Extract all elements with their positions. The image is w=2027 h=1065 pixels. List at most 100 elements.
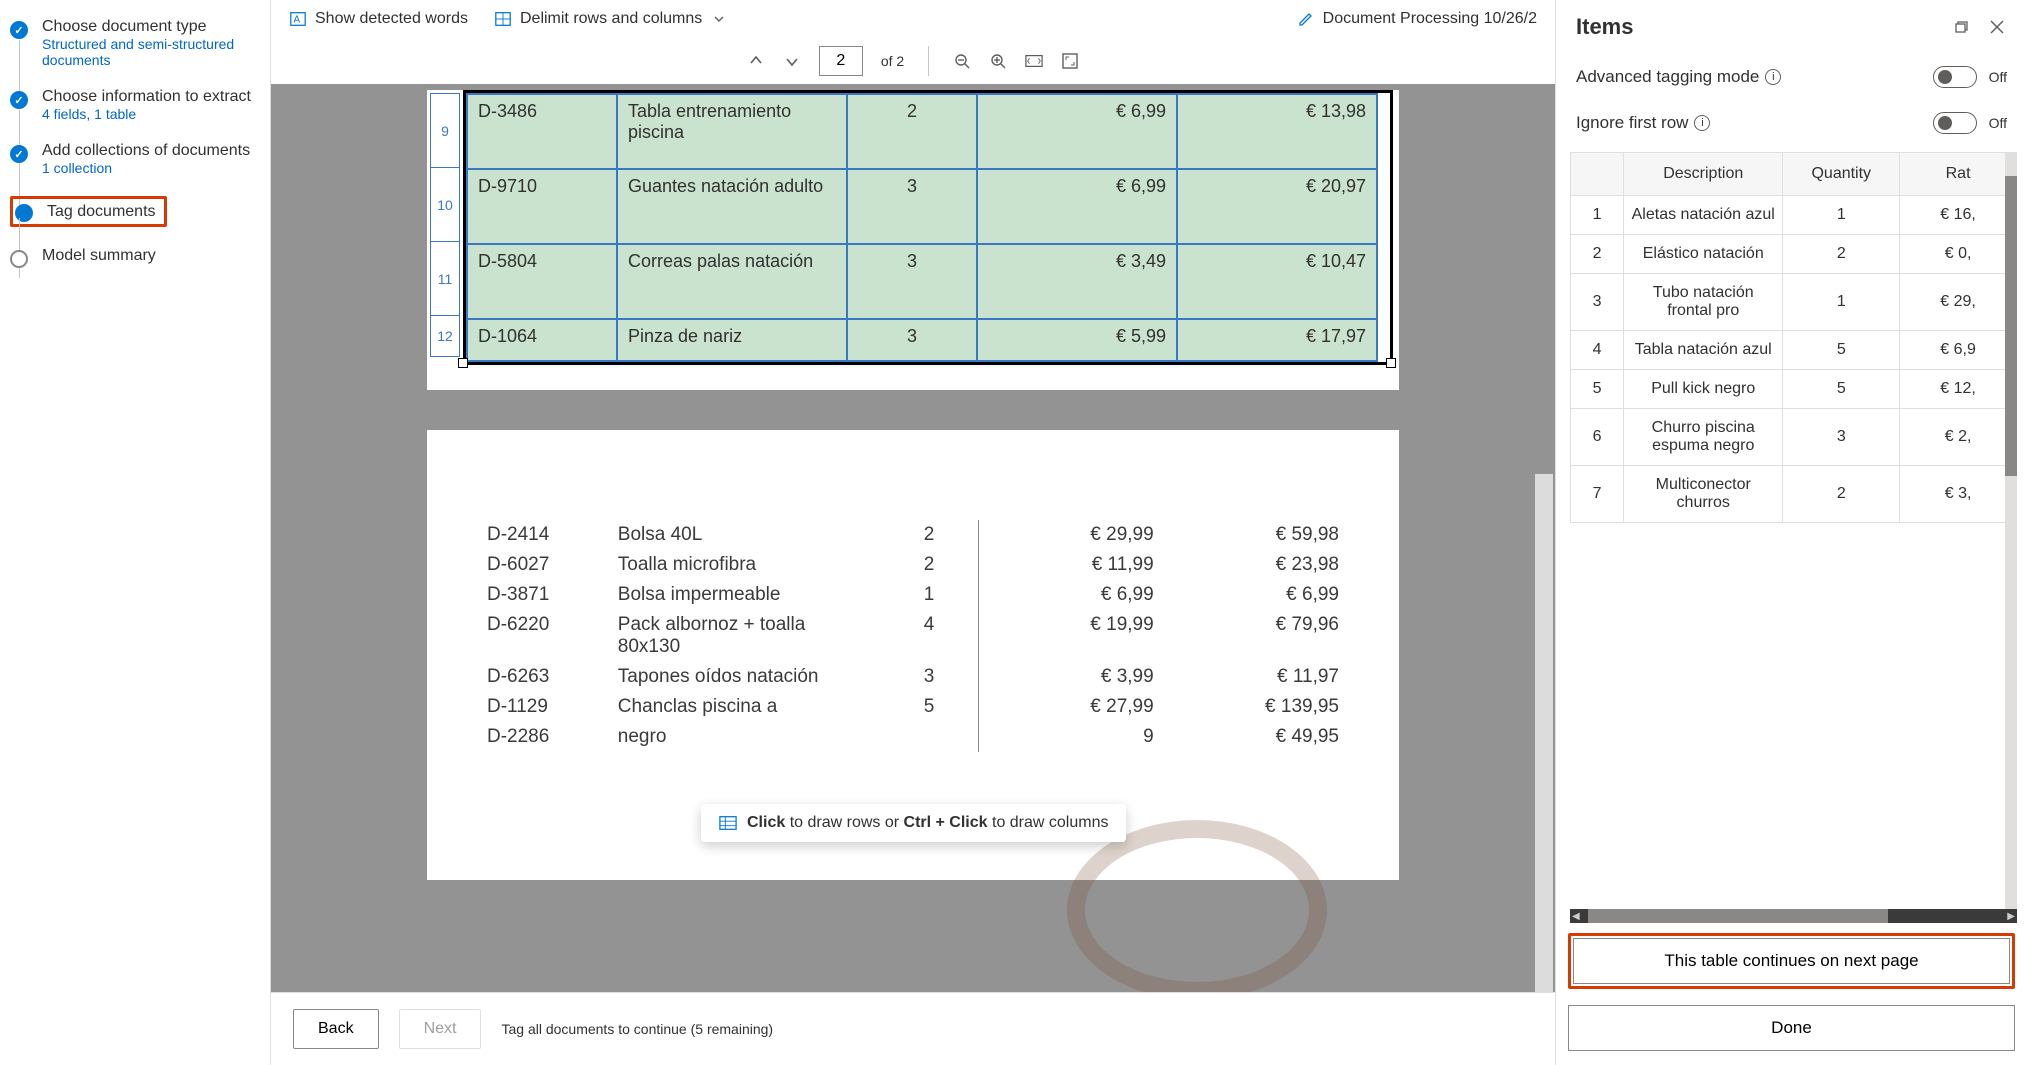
items-row[interactable]: 2Elástico natación2€ 0, [1571,235,2017,274]
wizard-step[interactable]: Tag documents [10,196,266,227]
items-cell[interactable]: 1 [1783,274,1900,331]
items-cell[interactable]: € 16, [1900,196,2017,235]
items-cell[interactable]: 7 [1571,466,1624,523]
table-row[interactable]: D-5804Correas palas natación3€ 3,49€ 10,… [467,244,1377,319]
page-number-input[interactable] [819,46,863,76]
table-row[interactable]: D-6027Toalla microfibra2€ 11,99€ 23,98 [477,550,1349,580]
table-cell[interactable]: € 20,97 [1177,169,1377,244]
table-cell[interactable]: D-1064 [467,319,617,361]
items-row[interactable]: 7Multiconector churros2€ 3, [1571,466,2017,523]
table-cell[interactable]: € 13,98 [1177,94,1377,169]
table-cell[interactable]: € 5,99 [977,319,1177,361]
close-icon[interactable] [1987,17,2007,37]
items-cell[interactable]: Tubo natación frontal pro [1624,274,1783,331]
table-row[interactable]: D-3871Bolsa impermeable1€ 6,99€ 6,99 [477,580,1349,610]
table-cell[interactable]: D-9710 [467,169,617,244]
items-cell[interactable]: Churro piscina espuma negro [1624,409,1783,466]
items-cell[interactable]: 2 [1783,466,1900,523]
ignore-first-row-toggle[interactable] [1933,112,1977,134]
table-cell[interactable]: 3 [847,244,977,319]
wizard-step[interactable]: Choose information to extract4 fields, 1… [10,88,266,122]
items-scrollbar-track[interactable] [2005,152,2017,923]
items-cell[interactable]: Elástico natación [1624,235,1783,274]
table-cell[interactable]: Pinza de nariz [617,319,847,361]
items-column-header[interactable]: Description [1624,153,1783,196]
wizard-step[interactable]: Choose document typeStructured and semi-… [10,18,266,68]
back-button[interactable]: Back [293,1009,379,1049]
tagged-table[interactable]: D-3486Tabla entrenamiento piscina2€ 6,99… [466,93,1378,362]
wizard-step[interactable]: Model summary [10,247,266,268]
table-cell[interactable]: D-3486 [467,94,617,169]
table-cell[interactable]: € 17,97 [1177,319,1377,361]
items-row[interactable]: 6Churro piscina espuma negro3€ 2, [1571,409,2017,466]
items-column-header[interactable]: Rat [1900,153,2017,196]
table-cell[interactable]: € 3,49 [977,244,1177,319]
restore-icon[interactable] [1951,17,1971,37]
items-cell[interactable]: € 6,9 [1900,331,2017,370]
row-number-gutter[interactable]: 10 [430,167,460,242]
arrow-down-icon[interactable] [783,52,801,70]
items-row[interactable]: 4Tabla natación azul5€ 6,9 [1571,331,2017,370]
items-horizontal-scrollbar-thumb[interactable] [1588,909,1888,923]
table-cell[interactable]: 3 [847,319,977,361]
viewport-scrollbar-thumb[interactable] [1535,84,1553,474]
items-cell[interactable]: Tabla natación azul [1624,331,1783,370]
zoom-in-icon[interactable] [989,52,1007,70]
table-row[interactable]: D-3486Tabla entrenamiento piscina2€ 6,99… [467,94,1377,169]
table-row[interactable]: D-2414Bolsa 40L2€ 29,99€ 59,98 [477,520,1349,550]
row-number-gutter[interactable]: 12 [430,315,460,357]
items-cell[interactable]: Multiconector churros [1624,466,1783,523]
items-cell[interactable]: 1 [1571,196,1624,235]
resize-handle-se[interactable] [1386,358,1396,368]
table-cell[interactable]: Guantes natación adulto [617,169,847,244]
items-cell[interactable]: 3 [1571,274,1624,331]
items-row[interactable]: 1Aletas natación azul1€ 16, [1571,196,2017,235]
items-cell[interactable]: 2 [1783,235,1900,274]
table-cell[interactable]: € 6,99 [977,169,1177,244]
done-button[interactable]: Done [1568,1005,2015,1051]
row-number-gutter[interactable]: 9 [430,93,460,168]
items-cell[interactable]: 5 [1571,370,1624,409]
items-column-header[interactable] [1571,153,1624,196]
table-row[interactable]: D-6220Pack albornoz + toalla 80x1304€ 19… [477,610,1349,662]
arrow-up-icon[interactable] [747,52,765,70]
items-cell[interactable]: 1 [1783,196,1900,235]
delimit-rows-columns-button[interactable]: Delimit rows and columns [494,10,728,28]
table-cell[interactable]: € 6,99 [977,94,1177,169]
continues-on-next-page-button[interactable]: This table continues on next page [1573,938,2010,984]
fit-page-icon[interactable] [1061,52,1079,70]
items-cell[interactable]: 6 [1571,409,1624,466]
info-icon[interactable]: i [1694,115,1710,131]
items-row[interactable]: 3Tubo natación frontal pro1€ 29, [1571,274,2017,331]
items-cell[interactable]: € 12, [1900,370,2017,409]
items-cell[interactable]: Pull kick negro [1624,370,1783,409]
items-cell[interactable]: 5 [1783,370,1900,409]
items-cell[interactable]: € 29, [1900,274,2017,331]
items-row[interactable]: 5Pull kick negro5€ 12, [1571,370,2017,409]
table-cell[interactable]: Tabla entrenamiento piscina [617,94,847,169]
items-column-header[interactable]: Quantity [1783,153,1900,196]
viewport-scrollbar-track[interactable] [1535,84,1553,992]
document-name-button[interactable]: Document Processing 10/26/2 [1297,10,1537,28]
zoom-out-icon[interactable] [953,52,971,70]
table-row[interactable]: D-9710Guantes natación adulto3€ 6,99€ 20… [467,169,1377,244]
row-number-gutter[interactable]: 11 [430,241,460,316]
fit-width-icon[interactable] [1025,52,1043,70]
table-row[interactable]: D-1129Chanclas piscina a5€ 27,99€ 139,95 [477,692,1349,722]
document-viewport[interactable]: 9101112 D-3486Tabla entrenamiento piscin… [271,84,1555,992]
table-row[interactable]: D-2286negro9€ 49,95 [477,722,1349,752]
table-cell[interactable]: Correas palas natación [617,244,847,319]
table-row[interactable]: D-6263Tapones oídos natación3€ 3,99€ 11,… [477,662,1349,692]
items-scrollbar-thumb[interactable] [2005,176,2017,476]
items-cell[interactable]: € 3, [1900,466,2017,523]
table-cell[interactable]: D-5804 [467,244,617,319]
items-horizontal-scrollbar-track[interactable]: ◀ ▶ [1570,909,2017,923]
items-cell[interactable]: 2 [1571,235,1624,274]
show-detected-words-button[interactable]: A Show detected words [289,10,468,28]
table-cell[interactable]: € 10,47 [1177,244,1377,319]
items-cell[interactable]: Aletas natación azul [1624,196,1783,235]
resize-handle-sw[interactable] [458,358,468,368]
items-cell[interactable]: 5 [1783,331,1900,370]
advanced-tagging-toggle[interactable] [1933,66,1977,88]
items-table[interactable]: DescriptionQuantityRat1Aletas natación a… [1570,152,2017,523]
